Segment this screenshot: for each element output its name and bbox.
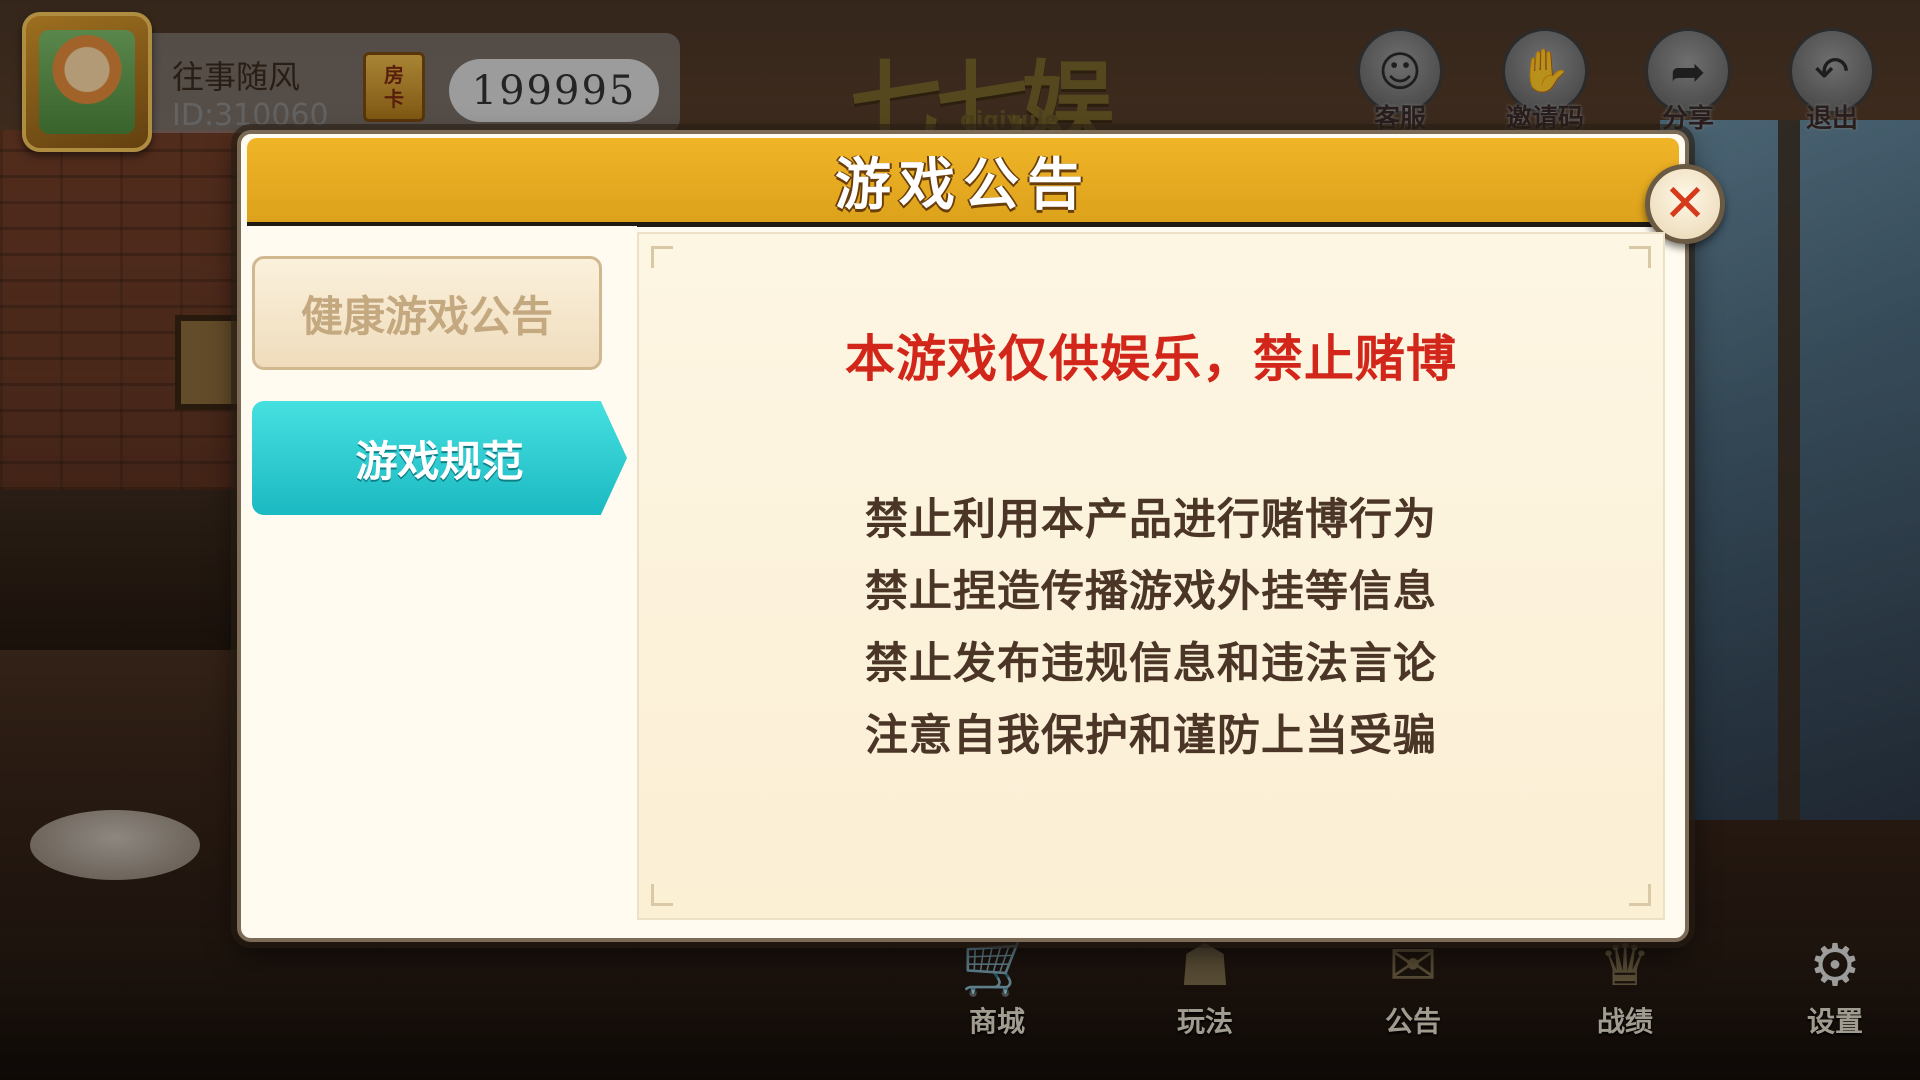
corner-ornament [1629,246,1651,268]
dialog-header: 游戏公告 [247,138,1679,227]
dialog-title: 游戏公告 [835,151,1091,218]
tab-panel: 健康游戏公告 游戏规范 [247,226,637,932]
notice-headline: 本游戏仅供娱乐，禁止赌博 [845,330,1457,388]
tab-health-notice-label: 健康游戏公告 [300,291,553,341]
rule-item: 注意自我保护和谨防上当受骗 [865,711,1437,761]
corner-ornament [1629,884,1651,906]
tab-game-rules[interactable]: 游戏规范 [252,401,627,515]
rule-item: 禁止发布违规信息和违法言论 [865,639,1437,689]
announcement-dialog: 游戏公告 ✕ 健康游戏公告 游戏规范 本游戏仅供娱乐，禁止赌博 禁止利用本产品进… [237,130,1725,942]
notice-content: 本游戏仅供娱乐，禁止赌博 禁止利用本产品进行赌博行为 禁止捏造传播游戏外挂等信息… [637,232,1665,920]
corner-ornament [651,884,673,906]
close-icon: ✕ [1663,174,1707,234]
corner-ornament [651,246,673,268]
rules-list: 禁止利用本产品进行赌博行为 禁止捏造传播游戏外挂等信息 禁止发布违规信息和违法言… [639,484,1663,772]
rule-item: 禁止捏造传播游戏外挂等信息 [865,567,1437,617]
tab-health-notice[interactable]: 健康游戏公告 [252,256,602,370]
tab-game-rules-label: 游戏规范 [355,436,524,486]
rule-item: 禁止利用本产品进行赌博行为 [865,495,1437,545]
